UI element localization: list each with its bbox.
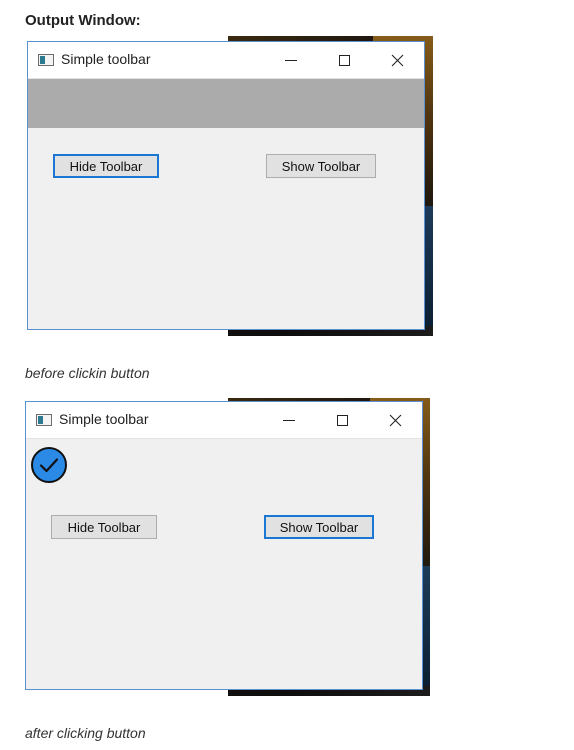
close-button[interactable]: [372, 402, 418, 438]
maximize-button[interactable]: [319, 402, 365, 438]
minimize-button[interactable]: [268, 42, 314, 78]
caption-before: before clickin button: [25, 365, 150, 381]
window-title: Simple toolbar: [61, 51, 151, 67]
title-bar[interactable]: Simple toolbar: [26, 402, 422, 439]
window-title: Simple toolbar: [59, 411, 149, 427]
hide-toolbar-button[interactable]: Hide Toolbar: [51, 515, 157, 539]
close-button[interactable]: [374, 42, 420, 78]
maximize-icon: [338, 54, 350, 66]
title-bar[interactable]: Simple toolbar: [28, 42, 424, 79]
app-icon: [38, 54, 54, 66]
toolbar: [28, 79, 424, 128]
window-after: Simple toolbar Hide Toolbar Show Toolbar: [25, 401, 423, 690]
minimize-icon: [285, 59, 297, 61]
show-toolbar-button[interactable]: Show Toolbar: [266, 154, 376, 178]
minimize-button[interactable]: [266, 402, 312, 438]
minimize-icon: [283, 419, 295, 421]
hide-toolbar-button[interactable]: Hide Toolbar: [53, 154, 159, 178]
caption-after: after clicking button: [25, 725, 146, 741]
close-icon: [391, 54, 403, 66]
maximize-icon: [336, 414, 348, 426]
maximize-button[interactable]: [321, 42, 367, 78]
check-circle-icon[interactable]: [30, 446, 68, 484]
close-icon: [389, 414, 401, 426]
show-toolbar-button[interactable]: Show Toolbar: [264, 515, 374, 539]
output-window-heading: Output Window:: [25, 12, 141, 29]
page: Output Window: Simple toolbar Hide Toolb…: [0, 0, 574, 750]
app-icon: [36, 414, 52, 426]
window-before: Simple toolbar Hide Toolbar Show Toolbar: [27, 41, 425, 330]
